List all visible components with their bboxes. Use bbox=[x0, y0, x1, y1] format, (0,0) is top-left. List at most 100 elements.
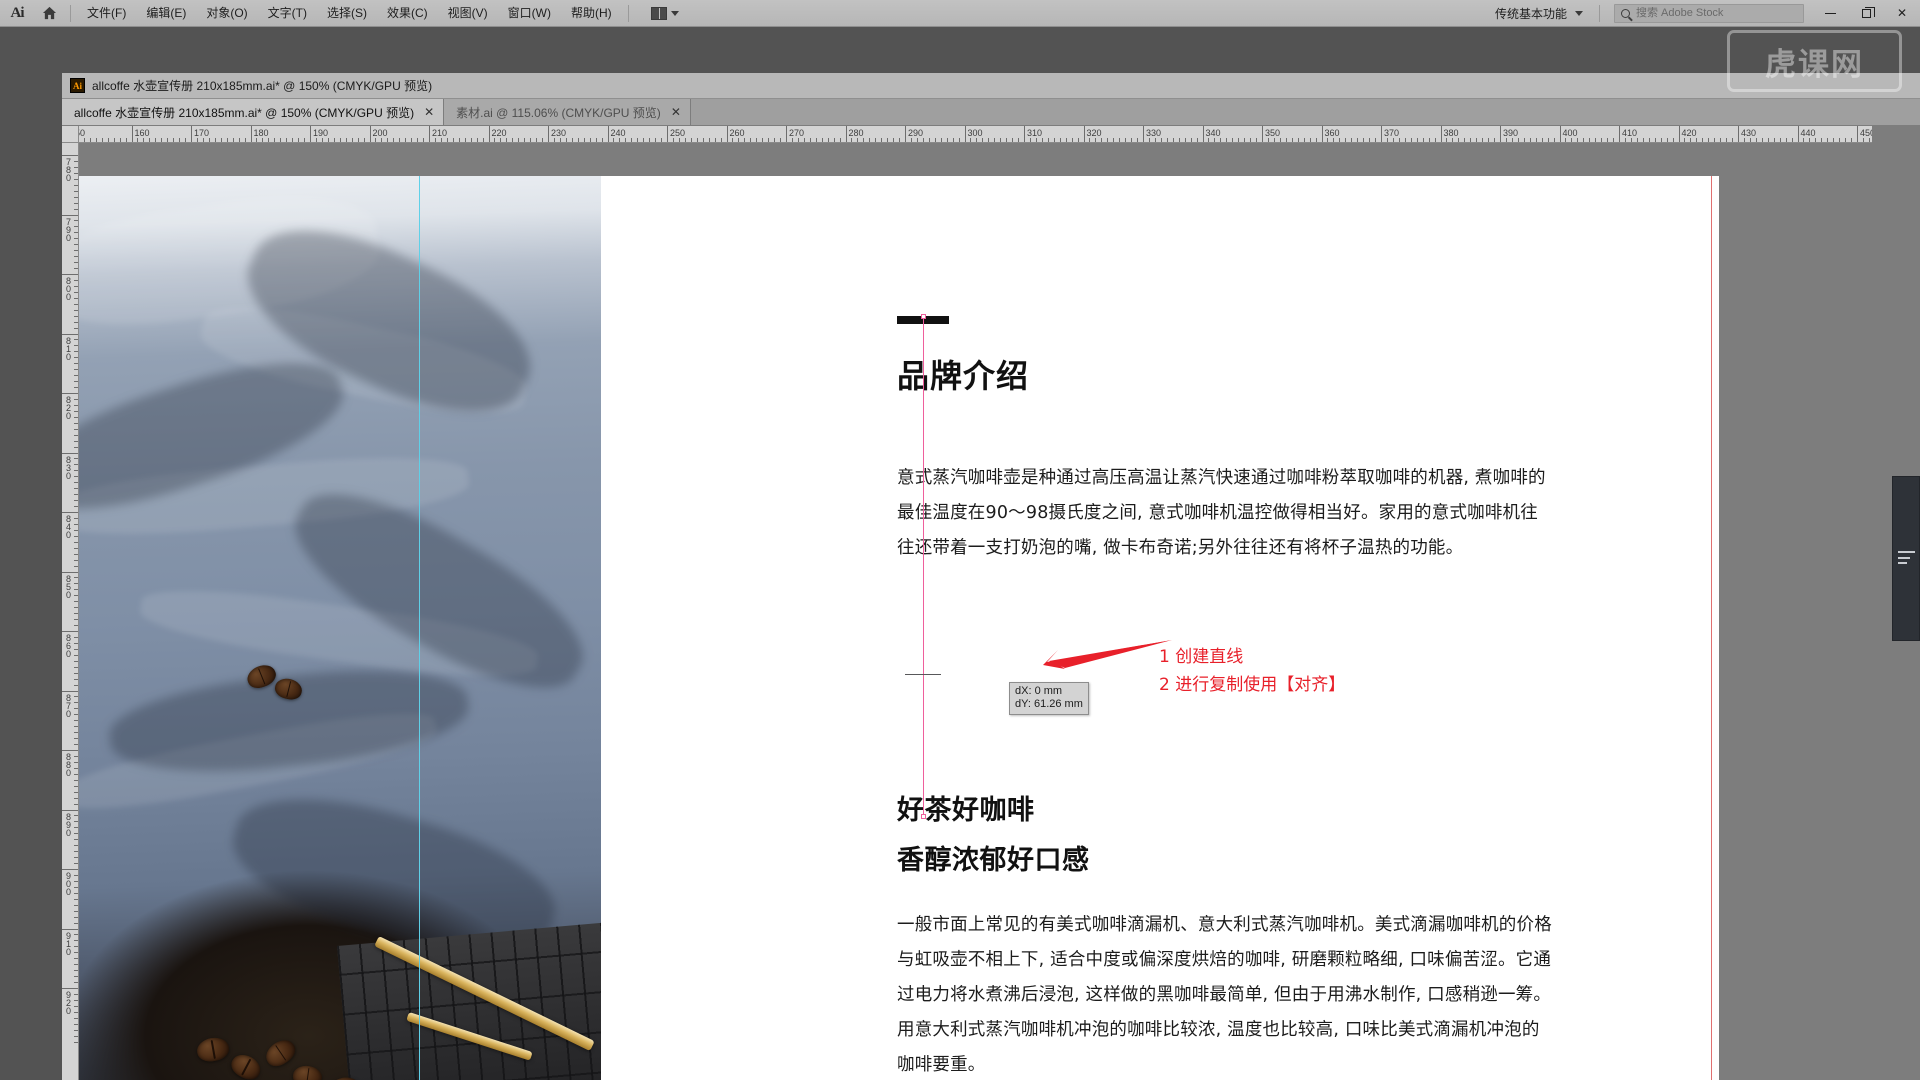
ruler-label: 410 bbox=[1622, 128, 1638, 138]
restore-button[interactable] bbox=[1848, 0, 1884, 27]
ruler-tick bbox=[62, 750, 78, 751]
ruler-label: 320 bbox=[1086, 128, 1102, 138]
close-icon[interactable]: ✕ bbox=[424, 105, 434, 119]
stock-search-box[interactable] bbox=[1614, 3, 1804, 23]
ruler-label: 250 bbox=[670, 128, 686, 138]
paragraph-coffee-machines: 一般市面上常见的有美式咖啡滴漏机、意大利式蒸汽咖啡机。美式滴漏咖啡机的价格与虹吸… bbox=[897, 915, 1552, 1075]
menu-type[interactable]: 文字(T) bbox=[258, 2, 317, 24]
ruler-label: 160 bbox=[134, 128, 150, 138]
document-tab-bar: allcoffe 水壶宣传册 210x185mm.ai* @ 150% (CMY… bbox=[62, 99, 1920, 126]
arrange-documents-button[interactable] bbox=[645, 4, 685, 23]
menu-help[interactable]: 帮助(H) bbox=[561, 2, 622, 24]
ruler-label: 9 2 0 bbox=[65, 990, 71, 1016]
ruler-label: 190 bbox=[313, 128, 329, 138]
menu-bar: Ai 文件(F) 编辑(E) 对象(O) 文字(T) 选择(S) 效果(C) 视… bbox=[0, 0, 1920, 27]
heading-brand-intro: 品牌介绍 bbox=[897, 357, 1030, 395]
menu-select[interactable]: 选择(S) bbox=[317, 2, 377, 24]
menu-window[interactable]: 窗口(W) bbox=[498, 2, 561, 24]
ruler-tick bbox=[62, 512, 78, 513]
tab-sucai[interactable]: 素材.ai @ 115.06% (CMYK/GPU 预览) ✕ bbox=[444, 99, 691, 125]
heading-line-2: 香醇浓郁好口感 bbox=[897, 845, 1090, 876]
ruler-label: 440 bbox=[1800, 128, 1816, 138]
paragraph-brand-intro: 意式蒸汽咖啡壶是种通过高压高温让蒸汽快速通过咖啡粉萃取咖啡的机器, 煮咖啡的最佳… bbox=[897, 468, 1546, 558]
anchor-point-bottom[interactable] bbox=[921, 814, 926, 819]
workspace-label: 传统基本功能 bbox=[1494, 6, 1567, 21]
ruler-tick bbox=[62, 274, 78, 275]
line-endpoint-marker bbox=[905, 674, 941, 675]
menu-divider-2 bbox=[627, 4, 629, 22]
tab-allcoffe[interactable]: allcoffe 水壶宣传册 210x185mm.ai* @ 150% (CMY… bbox=[62, 99, 445, 125]
ruler-label: 330 bbox=[1146, 128, 1162, 138]
close-icon[interactable]: ✕ bbox=[671, 105, 681, 119]
document-file-icon: Ai bbox=[70, 78, 85, 93]
ruler-tick bbox=[62, 928, 78, 930]
horizontal-ruler[interactable]: 50 160 170 180 190 200 210 220 230 240 250 260 270 28… bbox=[62, 126, 1920, 143]
ruler-label: 180 bbox=[253, 128, 269, 138]
ruler-label: 280 bbox=[848, 128, 864, 138]
ruler-label: 260 bbox=[729, 128, 745, 138]
ruler-label: 8 7 0 bbox=[65, 692, 71, 719]
document-title: allcoffe 水壶宣传册 210x185mm.ai* @ 150% (CMY… bbox=[92, 79, 433, 93]
home-glyph bbox=[42, 6, 56, 20]
selected-line-path bbox=[923, 316, 924, 816]
ruler-tick bbox=[62, 214, 78, 216]
ruler-tick bbox=[62, 869, 78, 870]
artboard[interactable]: 品牌介绍 意式蒸汽咖啡壶是种通过高压高温让蒸汽快速通过咖啡粉萃取咖啡的机器, 煮… bbox=[79, 176, 1719, 1080]
ruler-label: 240 bbox=[610, 128, 626, 138]
menu-view[interactable]: 视图(V) bbox=[438, 2, 498, 24]
canvas-area[interactable]: 品牌介绍 意式蒸汽咖啡壶是种通过高压高温让蒸汽快速通过咖啡粉萃取咖啡的机器, 煮… bbox=[79, 143, 1872, 1080]
search-input[interactable] bbox=[1636, 7, 1797, 19]
ruler-label: 9 1 0 bbox=[65, 930, 71, 957]
ruler-label: 310 bbox=[1027, 128, 1043, 138]
ruler-tick bbox=[62, 571, 78, 573]
ruler-origin-corner[interactable] bbox=[62, 126, 79, 143]
ruler-label: 420 bbox=[1681, 128, 1697, 138]
ruler-tick bbox=[62, 809, 78, 811]
ruler-label: 370 bbox=[1384, 128, 1400, 138]
menu-divider-3 bbox=[1599, 4, 1600, 22]
close-button[interactable]: ✕ bbox=[1884, 0, 1920, 27]
ruler-label: 340 bbox=[1205, 128, 1221, 138]
ruler-label: 8 9 0 bbox=[65, 811, 71, 838]
ruler-label: 230 bbox=[551, 128, 567, 138]
ruler-label: 360 bbox=[1324, 128, 1340, 138]
ruler-label: 200 bbox=[372, 128, 388, 138]
artboard-content: 品牌介绍 意式蒸汽咖啡壶是种通过高压高温让蒸汽快速通过咖啡粉萃取咖啡的机器, 煮… bbox=[79, 176, 1719, 1080]
ruler-tick bbox=[62, 155, 78, 156]
menu-items: 文件(F) 编辑(E) 对象(O) 文字(T) 选择(S) 效果(C) 视图(V… bbox=[77, 2, 622, 24]
drag-measurement-tooltip: dX: 0 mm dY: 61.26 mm bbox=[1009, 682, 1089, 715]
search-icon bbox=[1621, 8, 1630, 18]
ruler-label: 8 1 0 bbox=[65, 335, 71, 362]
ruler-label: 8 4 0 bbox=[65, 514, 71, 540]
anchor-point-top[interactable] bbox=[921, 314, 926, 319]
ruler-label: 300 bbox=[967, 128, 983, 138]
workspace-switcher[interactable]: 传统基本功能 bbox=[1485, 5, 1593, 22]
minimize-icon bbox=[1824, 12, 1836, 14]
ruler-label: 210 bbox=[432, 128, 448, 138]
window-controls: ✕ bbox=[1812, 0, 1920, 27]
chevron-down-icon bbox=[670, 10, 679, 16]
annotation-step-2: 2 进行复制使用【对齐】 bbox=[1159, 675, 1346, 695]
panel-collapse-tab[interactable] bbox=[1892, 476, 1920, 641]
menu-effect[interactable]: 效果(C) bbox=[377, 2, 438, 24]
ruler-label: 8 6 0 bbox=[65, 633, 71, 659]
ruler-label: 8 5 0 bbox=[65, 573, 71, 600]
margin-guide-right bbox=[1711, 176, 1712, 1080]
menu-file[interactable]: 文件(F) bbox=[77, 2, 136, 24]
ruler-label: 8 0 0 bbox=[65, 276, 71, 302]
menu-object[interactable]: 对象(O) bbox=[196, 2, 257, 24]
minimize-button[interactable] bbox=[1812, 0, 1848, 27]
ruler-label: 290 bbox=[908, 128, 924, 138]
tab-bar-filler bbox=[690, 99, 1920, 125]
vertical-ruler[interactable]: 7 8 0 7 9 0 8 0 0 8 1 0 8 2 0 8 3 0 8 4 0 8 5 0… bbox=[62, 143, 79, 1080]
home-icon[interactable] bbox=[34, 0, 64, 27]
menu-edit[interactable]: 编辑(E) bbox=[136, 2, 196, 24]
ruler-label: 7 9 0 bbox=[65, 216, 71, 243]
tooltip-dx: dX: 0 mm bbox=[1015, 685, 1063, 697]
restore-icon bbox=[1861, 6, 1875, 18]
ruler-label: 270 bbox=[789, 128, 805, 138]
ruler-label: 8 8 0 bbox=[65, 752, 71, 778]
ruler-tick bbox=[62, 452, 78, 454]
ruler-label: 8 2 0 bbox=[65, 395, 71, 421]
app-logo-icon: Ai bbox=[10, 4, 25, 21]
